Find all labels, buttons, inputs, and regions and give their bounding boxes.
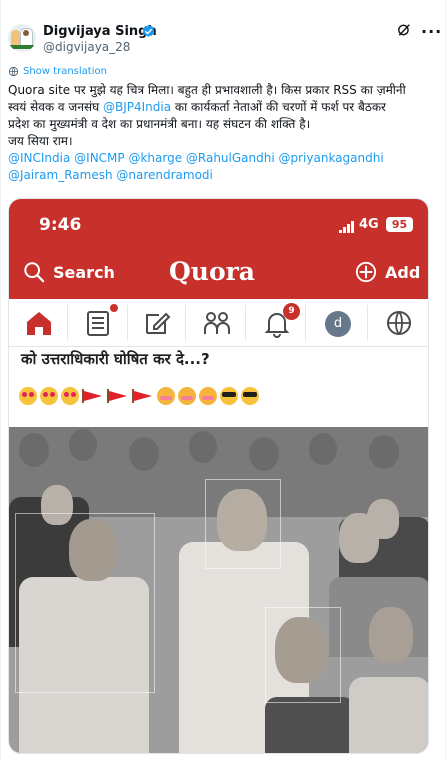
add-icon bbox=[355, 261, 377, 283]
quora-logo: Quora bbox=[169, 257, 255, 286]
grok-icon[interactable] bbox=[397, 23, 411, 37]
more-icon[interactable]: ··· bbox=[421, 22, 442, 41]
answer-icon bbox=[87, 311, 109, 336]
user-avatar: d bbox=[325, 311, 351, 337]
mentions-line[interactable]: @Jairam_Ramesh @narendramodi bbox=[8, 167, 438, 184]
tweet-card: Digvijaya Singh @digvijaya_28 ··· Show t… bbox=[0, 0, 446, 761]
post-text-segment: का कार्यकर्ता नेताओं की चरणों में फर्श प… bbox=[171, 100, 386, 114]
battery-level: 95 bbox=[386, 217, 413, 232]
add-label: Add bbox=[385, 263, 421, 282]
language-icon bbox=[387, 311, 411, 335]
home-icon bbox=[27, 312, 51, 335]
author-name[interactable]: Digvijaya Singh bbox=[43, 24, 157, 39]
network-type: 4G bbox=[359, 217, 379, 232]
notification-badge: 9 bbox=[283, 303, 300, 320]
heart-eyes-emoji bbox=[61, 387, 79, 405]
search-label: Search bbox=[53, 263, 115, 282]
flag-emoji bbox=[82, 389, 104, 403]
spaces-icon bbox=[204, 312, 230, 334]
heart-eyes-emoji bbox=[19, 387, 37, 405]
mention-bjp4india[interactable]: @BJP4India bbox=[103, 100, 171, 114]
archival-photo bbox=[9, 427, 428, 753]
author-avatar[interactable] bbox=[8, 24, 36, 52]
heart-eyes-emoji bbox=[40, 387, 58, 405]
sunglasses-emoji bbox=[241, 387, 259, 405]
signal-icon bbox=[339, 221, 354, 233]
show-translation-link[interactable]: Show translation bbox=[8, 66, 107, 77]
smiling-hearts-emoji bbox=[199, 387, 217, 405]
show-translation-label[interactable]: Show translation bbox=[23, 66, 107, 77]
emoji-row bbox=[19, 385, 262, 407]
search-icon bbox=[24, 262, 45, 283]
mentions-line[interactable]: @INCIndia @INCMP @kharge @RahulGandhi @p… bbox=[8, 150, 438, 167]
post-line: स्वयं सेवक व जनसंघ @BJP4India का कार्यकर… bbox=[8, 99, 438, 116]
sunglasses-emoji bbox=[220, 387, 238, 405]
new-answers-dot bbox=[110, 304, 118, 312]
smiling-hearts-emoji bbox=[157, 387, 175, 405]
status-time: 9:46 bbox=[39, 215, 82, 235]
post-text-segment: स्वयं सेवक व जनसंघ bbox=[8, 100, 103, 114]
smiling-hearts-emoji bbox=[178, 387, 196, 405]
globe-icon bbox=[8, 66, 19, 77]
question-heading: को उत्तराधिकारी घोषित कर दे...? bbox=[21, 350, 210, 368]
flag-emoji bbox=[107, 389, 129, 403]
write-icon bbox=[146, 312, 171, 334]
quora-nav-bar bbox=[9, 299, 428, 347]
post-text: Quora site पर मुझे यह चित्र मिला। बहुत ह… bbox=[8, 82, 438, 184]
post-line: Quora site पर मुझे यह चित्र मिला। बहुत ह… bbox=[8, 83, 406, 97]
post-line: प्रदेश का मुख्यमंत्री व देश का प्रधानमंत… bbox=[8, 117, 311, 131]
verified-icon bbox=[142, 24, 155, 37]
author-handle[interactable]: @digvijaya_28 bbox=[43, 40, 130, 54]
post-line: जय सिया राम। bbox=[8, 134, 73, 148]
flag-emoji bbox=[132, 389, 154, 403]
post-image[interactable]: 9:46 4G 95 Search Quora Add 9 d को उत्तर… bbox=[8, 198, 429, 754]
